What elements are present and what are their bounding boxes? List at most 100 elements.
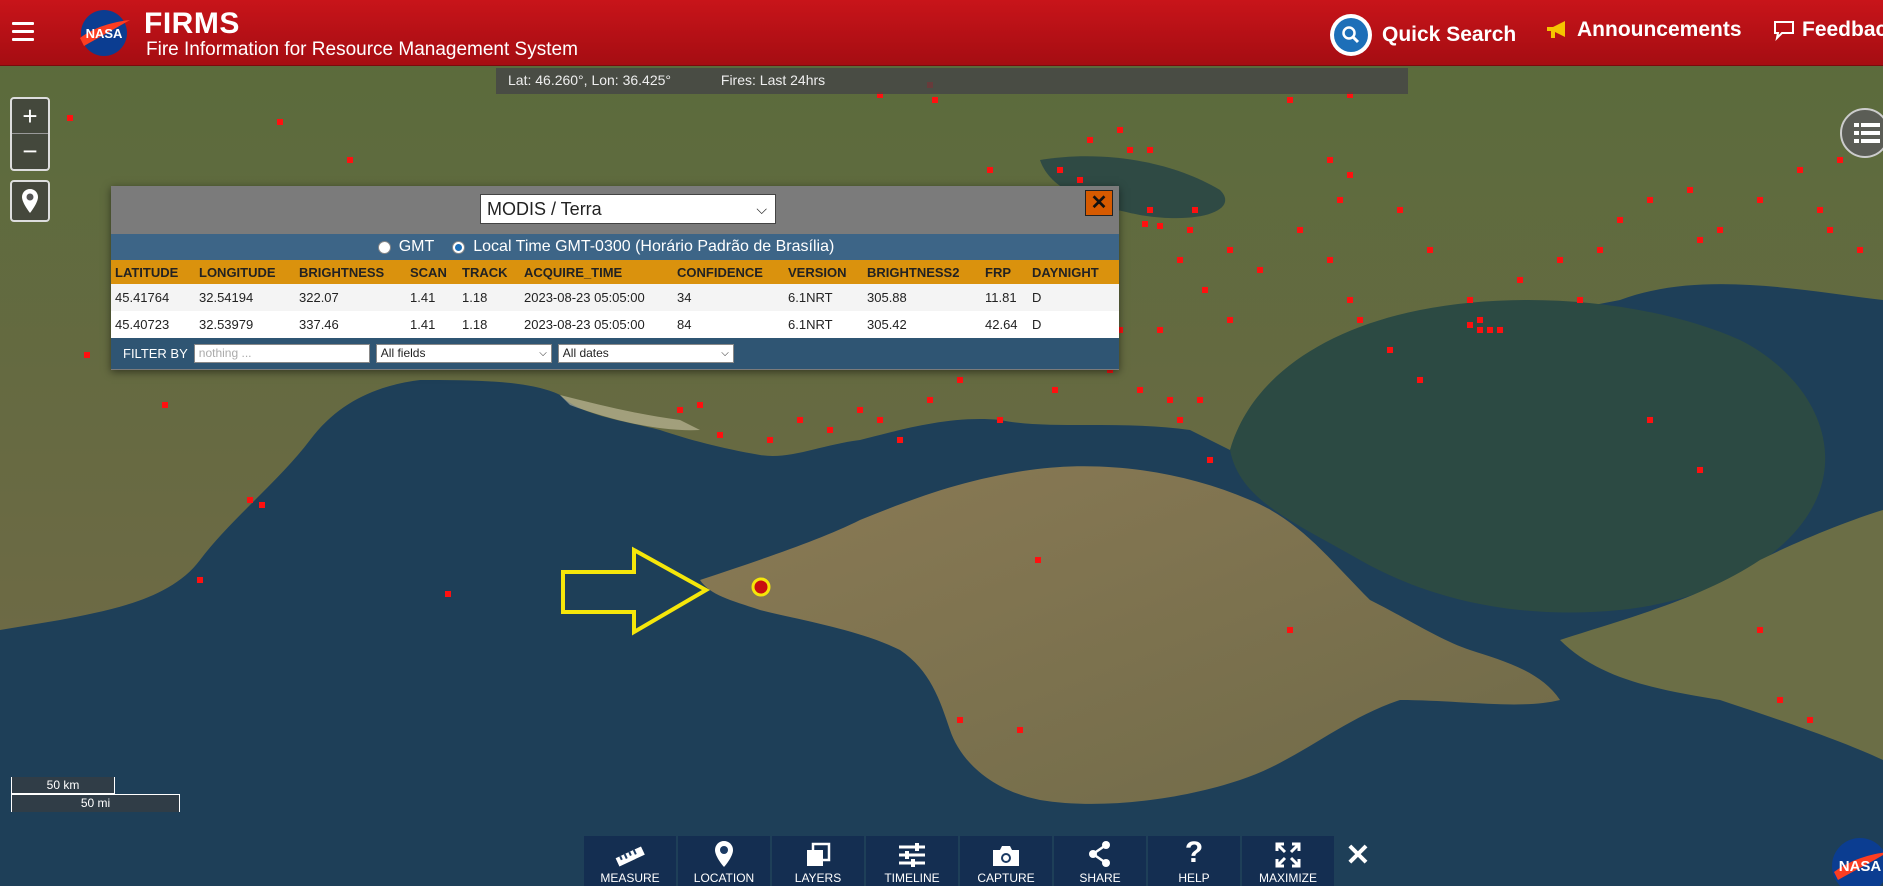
fire-detection-dot[interactable] <box>1057 167 1063 173</box>
filter-input[interactable]: nothing ... <box>193 344 370 363</box>
fire-detection-dot[interactable] <box>1477 317 1483 323</box>
fire-detection-dot[interactable] <box>1137 387 1143 393</box>
fire-detection-dot[interactable] <box>1202 287 1208 293</box>
table-row[interactable]: 45.41764 32.54194 322.07 1.41 1.18 2023-… <box>111 284 1119 311</box>
fire-detection-dot[interactable] <box>1757 627 1763 633</box>
fire-detection-dot[interactable] <box>1827 227 1833 233</box>
fire-detection-dot[interactable] <box>1127 147 1133 153</box>
fire-detection-dot[interactable] <box>1347 297 1353 303</box>
col-version[interactable]: VERSION <box>784 260 863 284</box>
fire-detection-dot[interactable] <box>1347 172 1353 178</box>
fire-detection-dot[interactable] <box>1557 257 1563 263</box>
fire-detection-dot[interactable] <box>1177 417 1183 423</box>
fire-detection-dot[interactable] <box>1327 257 1333 263</box>
fire-detection-dot[interactable] <box>997 417 1003 423</box>
close-icon[interactable]: ✕ <box>1336 836 1380 886</box>
sensor-select[interactable]: MODIS / Terra ⌵ <box>480 194 776 224</box>
close-icon[interactable]: ✕ <box>1085 190 1113 216</box>
fire-detection-dot[interactable] <box>927 397 933 403</box>
col-acquire-time[interactable]: ACQUIRE_TIME <box>520 260 673 284</box>
fire-detection-dot[interactable] <box>677 407 683 413</box>
fire-detection-dot[interactable] <box>1207 457 1213 463</box>
tz-gmt-option[interactable]: GMT <box>377 238 434 256</box>
fire-detection-dot[interactable] <box>1697 467 1703 473</box>
fire-detection-dot[interactable] <box>1117 127 1123 133</box>
fire-detection-dot[interactable] <box>1477 327 1483 333</box>
table-row[interactable]: 45.40723 32.53979 337.46 1.41 1.18 2023-… <box>111 311 1119 338</box>
col-track[interactable]: TRACK <box>458 260 520 284</box>
fire-detection-dot[interactable] <box>932 97 938 103</box>
fire-detection-dot[interactable] <box>162 402 168 408</box>
map-canvas[interactable] <box>0 0 1883 886</box>
fire-detection-dot[interactable] <box>1517 277 1523 283</box>
share-button[interactable]: SHARE <box>1054 836 1146 886</box>
fire-detection-dot[interactable] <box>84 352 90 358</box>
fire-detection-dot[interactable] <box>1142 221 1148 227</box>
fire-detection-dot[interactable] <box>1817 207 1823 213</box>
fire-detection-dot[interactable] <box>247 497 253 503</box>
plus-icon[interactable]: + <box>12 99 48 134</box>
fire-detection-dot[interactable] <box>1157 327 1163 333</box>
fire-detection-dot[interactable] <box>1807 717 1813 723</box>
fire-detection-dot[interactable] <box>1257 267 1263 273</box>
fire-detection-dot[interactable] <box>1577 297 1583 303</box>
feedback-button[interactable]: Feedback <box>1772 18 1883 42</box>
fire-detection-dot[interactable] <box>1192 207 1198 213</box>
fire-detection-dot[interactable] <box>1647 197 1653 203</box>
fire-detection-dot[interactable] <box>987 167 993 173</box>
nasa-logo[interactable]: NASA <box>76 8 132 58</box>
hamburger-icon[interactable] <box>12 22 34 42</box>
fire-detection-dot[interactable] <box>277 119 283 125</box>
fire-detection-dot[interactable] <box>1687 187 1693 193</box>
fire-detection-dot[interactable] <box>1177 257 1183 263</box>
tz-gmt-radio[interactable] <box>377 240 391 254</box>
fire-detection-dot[interactable] <box>717 432 723 438</box>
fire-detection-dot[interactable] <box>1337 197 1343 203</box>
fire-detection-dot[interactable] <box>957 377 963 383</box>
fire-detection-dot[interactable] <box>445 591 451 597</box>
fire-detection-dot[interactable] <box>957 717 963 723</box>
fire-detection-dot[interactable] <box>259 502 265 508</box>
fire-detection-dot[interactable] <box>827 427 833 433</box>
date-select[interactable]: All dates ⌵ <box>557 344 734 363</box>
col-scan[interactable]: SCAN <box>406 260 458 284</box>
fire-detection-dot[interactable] <box>1147 147 1153 153</box>
fire-detection-dot[interactable] <box>1052 387 1058 393</box>
fire-detection-dot[interactable] <box>347 157 353 163</box>
location-button[interactable]: LOCATION <box>678 836 770 886</box>
fire-detection-dot[interactable] <box>1287 97 1293 103</box>
fire-detection-dot[interactable] <box>1297 227 1303 233</box>
quick-search-button[interactable]: Quick Search <box>1330 14 1516 56</box>
col-daynight[interactable]: DAYNIGHT <box>1028 260 1119 284</box>
col-brightness[interactable]: BRIGHTNESS <box>295 260 406 284</box>
minus-icon[interactable]: − <box>12 134 48 169</box>
fire-detection-dot[interactable] <box>1077 177 1083 183</box>
fire-detection-dot[interactable] <box>1157 223 1163 229</box>
fire-detection-dot[interactable] <box>197 577 203 583</box>
fire-detection-dot[interactable] <box>1357 317 1363 323</box>
fire-detection-dot[interactable] <box>1837 157 1843 163</box>
fire-detection-dot[interactable] <box>67 115 73 121</box>
fire-detection-dot[interactable] <box>897 437 903 443</box>
fire-detection-dot[interactable] <box>1287 627 1293 633</box>
fire-detection-dot[interactable] <box>1487 327 1493 333</box>
fire-detection-dot[interactable] <box>1387 347 1393 353</box>
fire-detection-dot[interactable] <box>1797 167 1803 173</box>
fire-detection-dot[interactable] <box>1227 247 1233 253</box>
layers-button[interactable]: LAYERS <box>772 836 864 886</box>
fire-detection-dot[interactable] <box>1187 227 1193 233</box>
fire-detection-dot[interactable] <box>697 402 703 408</box>
col-confidence[interactable]: CONFIDENCE <box>673 260 784 284</box>
announcements-button[interactable]: Announcements <box>1545 18 1742 42</box>
fire-detection-dot[interactable] <box>857 407 863 413</box>
layers-panel-toggle[interactable] <box>1840 108 1883 158</box>
fire-detection-dot[interactable] <box>1397 207 1403 213</box>
tz-local-option[interactable]: Local Time GMT-0300 (Horário Padrão de B… <box>452 238 834 256</box>
timeline-button[interactable]: TIMELINE <box>866 836 958 886</box>
fire-detection-dot[interactable] <box>1327 157 1333 163</box>
fire-detection-dot[interactable] <box>1597 247 1603 253</box>
capture-button[interactable]: CAPTURE <box>960 836 1052 886</box>
help-button[interactable]: ? HELP <box>1148 836 1240 886</box>
tz-local-radio[interactable] <box>452 240 466 254</box>
locate-button[interactable] <box>10 180 50 222</box>
